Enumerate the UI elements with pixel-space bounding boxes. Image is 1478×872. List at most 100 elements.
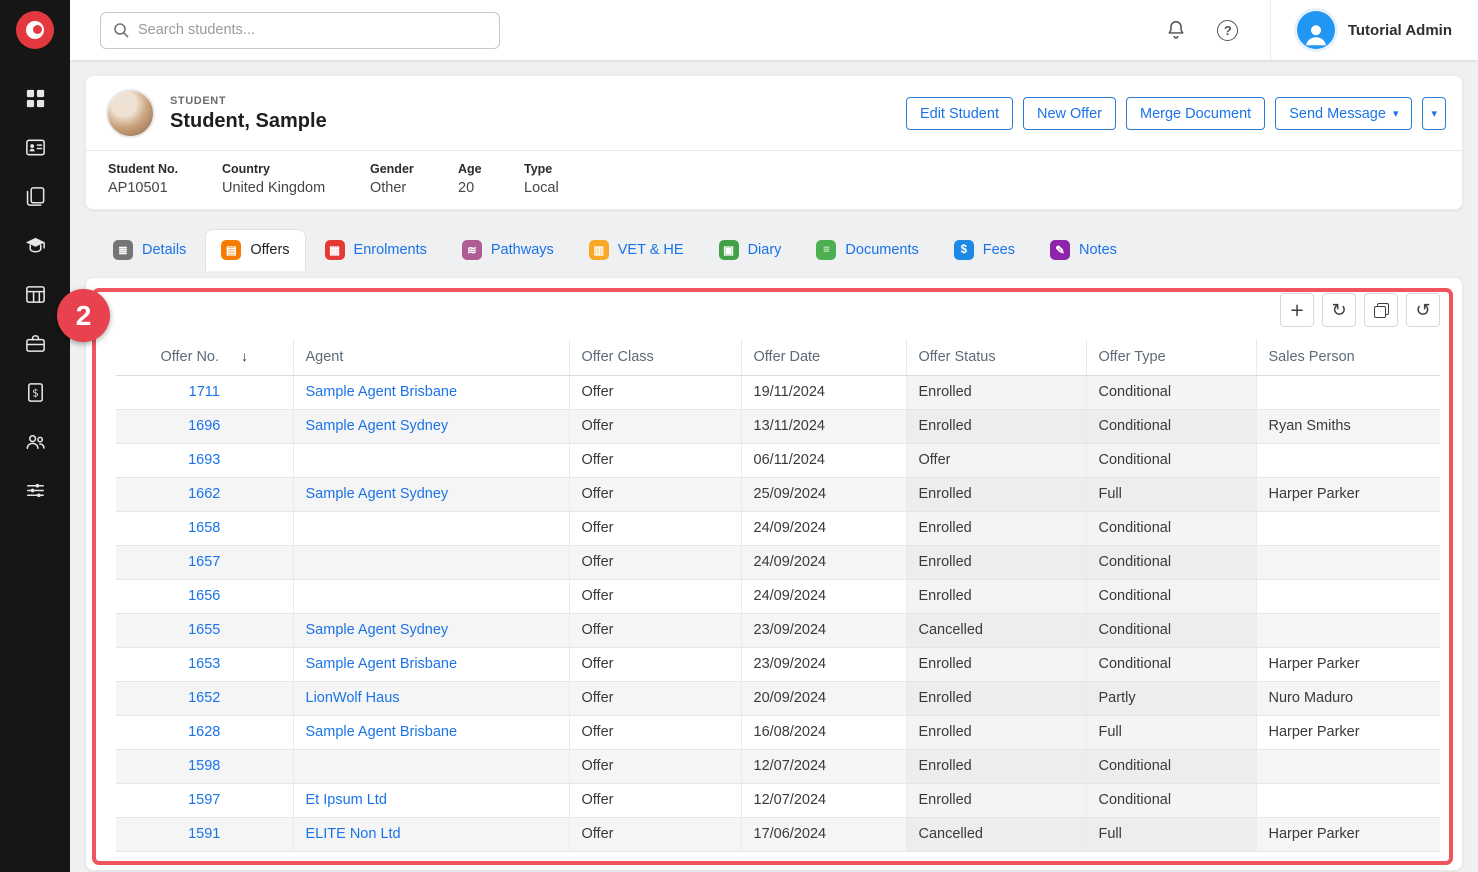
info-label: Type [524,162,559,176]
tab-pathways[interactable]: ≋Pathways [446,229,570,271]
table-row: 1658Offer24/09/2024EnrolledConditional [116,512,1440,546]
sidebar-item-contacts[interactable] [0,123,70,172]
app-logo[interactable] [0,0,70,60]
column-header-agent[interactable]: Agent [293,339,569,376]
table-row: 1711Sample Agent BrisbaneOffer19/11/2024… [116,376,1440,410]
table-row: 1693Offer06/11/2024OfferConditional [116,444,1440,478]
help-icon: ? [1217,20,1238,41]
notifications-button[interactable] [1158,12,1194,48]
agent-link[interactable]: LionWolf Haus [306,690,400,706]
column-header-offer-no[interactable]: Offer No.↓ [116,339,293,376]
table-cell: Enrolled [906,410,1086,444]
table-row: 1598Offer12/07/2024EnrolledConditional [116,750,1440,784]
send-message-button[interactable]: Send Message▾ [1275,97,1412,130]
offer-number-link[interactable]: 1652 [188,690,220,706]
table-cell: Cancelled [906,818,1086,852]
offer-number-link[interactable]: 1628 [188,724,220,740]
offer-number-link[interactable]: 1655 [188,622,220,638]
topbar: ? Tutorial Admin [70,0,1478,60]
column-header-sales-person[interactable]: Sales Person [1256,339,1440,376]
edit-student-button[interactable]: Edit Student [906,97,1013,130]
offer-number-link[interactable]: 1653 [188,656,220,672]
table-cell [1256,750,1440,784]
tab-notes[interactable]: ✎Notes [1034,229,1133,271]
tab-details[interactable]: ≣Details [97,229,202,271]
records-icon [24,185,47,208]
column-header-offer-class[interactable]: Offer Class [569,339,741,376]
offer-number-link[interactable]: 1656 [188,588,220,604]
offer-number-link[interactable]: 1657 [188,554,220,570]
table-cell: Enrolled [906,512,1086,546]
agent-link[interactable]: Sample Agent Brisbane [306,384,458,400]
column-header-offer-status[interactable]: Offer Status [906,339,1086,376]
agent-cell: Et Ipsum Ltd [293,784,569,818]
table-cell [1256,376,1440,410]
topbar-right: ? Tutorial Admin [1158,0,1478,60]
tab-fees[interactable]: $Fees [938,229,1031,271]
info-label: Age [458,162,524,176]
tab-vet-he[interactable]: ▥VET & HE [573,229,700,271]
table-cell: Enrolled [906,376,1086,410]
history-button[interactable]: ↺ [1406,293,1440,327]
table-cell [293,512,569,546]
tab-enrolments[interactable]: ▦Enrolments [309,229,443,271]
sidebar-item-invoices[interactable]: $ [0,368,70,417]
tab-diary[interactable]: ▣Diary [703,229,798,271]
new-offer-button[interactable]: New Offer [1023,97,1116,130]
table-row: 1597Et Ipsum LtdOffer12/07/2024EnrolledC… [116,784,1440,818]
agent-link[interactable]: Sample Agent Sydney [306,622,449,638]
offer-number-link[interactable]: 1591 [188,826,220,842]
academic-icon [24,234,47,257]
merge-document-button[interactable]: Merge Document [1126,97,1265,130]
column-header-offer-date[interactable]: Offer Date [741,339,906,376]
student-section-label: STUDENT [170,95,327,107]
table-row: 1653Sample Agent BrisbaneOffer23/09/2024… [116,648,1440,682]
chevron-down-icon: ▾ [1431,107,1437,120]
table-cell [293,444,569,478]
info-field-student-no: Student No.AP10501 [108,162,222,196]
offer-number-link[interactable]: 1597 [188,792,220,808]
offers-table-body: 1711Sample Agent BrisbaneOffer19/11/2024… [116,376,1440,852]
offer-number-link[interactable]: 1693 [188,452,220,468]
add-offer-button[interactable]: + [1280,293,1314,327]
logo-icon [16,11,54,49]
agent-link[interactable]: Sample Agent Brisbane [306,656,458,672]
offer-number-link[interactable]: 1662 [188,486,220,502]
column-header-offer-type[interactable]: Offer Type [1086,339,1256,376]
more-actions-button[interactable]: ▾ [1422,97,1446,130]
offer-number-cell: 1696 [116,410,293,444]
offer-number-link[interactable]: 1598 [188,758,220,774]
table-cell: Conditional [1086,784,1256,818]
refresh-button[interactable]: ↻ [1322,293,1356,327]
table-cell: Offer [569,410,741,444]
user-menu[interactable]: Tutorial Admin [1270,0,1478,60]
send-message-label: Send Message [1289,106,1386,122]
info-label: Student No. [108,162,222,176]
sidebar-item-settings[interactable] [0,466,70,515]
offer-number-link[interactable]: 1658 [188,520,220,536]
help-button[interactable]: ? [1210,12,1246,48]
tab-offers[interactable]: ▤Offers [205,229,305,271]
users-icon [24,430,47,453]
details-icon: ≣ [113,240,133,260]
info-field-age: Age20 [458,162,524,196]
agent-link[interactable]: Sample Agent Brisbane [306,724,458,740]
table-cell: Enrolled [906,478,1086,512]
search-input[interactable] [138,22,487,38]
sidebar-item-dashboard[interactable] [0,74,70,123]
table-cell [1256,512,1440,546]
sidebar-item-academic[interactable] [0,221,70,270]
agent-link[interactable]: Sample Agent Sydney [306,418,449,434]
offer-number-link[interactable]: 1711 [189,384,220,400]
agent-link[interactable]: Sample Agent Sydney [306,486,449,502]
agent-link[interactable]: ELITE Non Ltd [306,826,401,842]
offer-number-cell: 1655 [116,614,293,648]
copy-icon [1374,303,1389,318]
sidebar-item-users[interactable] [0,417,70,466]
duplicate-button[interactable] [1364,293,1398,327]
offer-number-link[interactable]: 1696 [188,418,220,434]
table-cell: 23/09/2024 [741,648,906,682]
tab-documents[interactable]: ≡Documents [800,229,934,271]
agent-link[interactable]: Et Ipsum Ltd [306,792,387,808]
sidebar-item-records[interactable] [0,172,70,221]
